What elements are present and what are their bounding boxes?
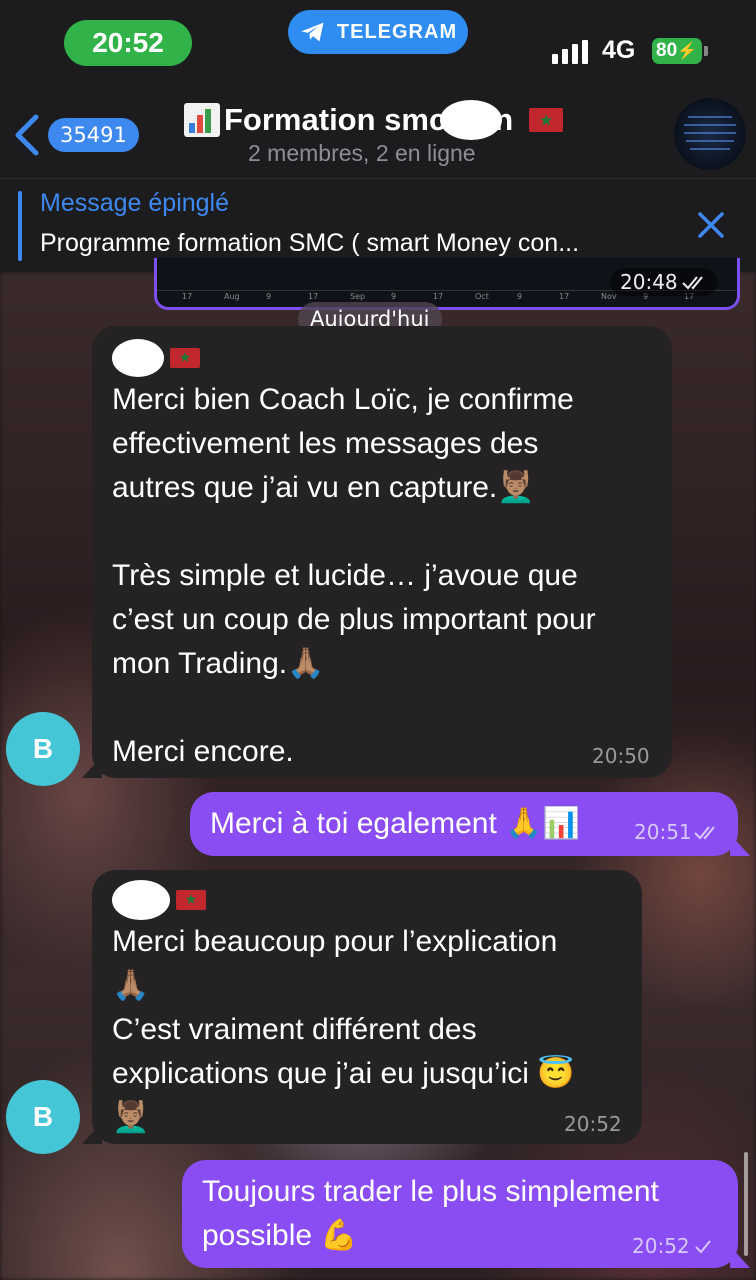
double-check-icon (693, 826, 715, 840)
telegram-pill-label: TELEGRAM (336, 20, 458, 43)
incoming-message[interactable]: Merci beaucoup pour l’explication 🙏🏽 C’e… (92, 870, 642, 1144)
message-text: Merci bien Coach Loïc, je confirme effec… (112, 383, 596, 768)
scroll-indicator[interactable] (744, 1152, 748, 1256)
image-axis-tick: Aug (224, 292, 240, 301)
sender-avatar[interactable]: B (6, 712, 80, 786)
image-axis-tick: 17 (433, 292, 444, 301)
message-time: 20:52 (564, 1112, 622, 1136)
message-time: 20:51 (634, 820, 720, 844)
image-axis-tick: Oct (475, 292, 489, 301)
status-time: 20:52 (64, 20, 192, 66)
pinned-text: Programme formation SMC ( smart Money co… (40, 229, 580, 257)
chat-title-text-end: n (494, 102, 514, 137)
chat-header: 35491 Formation smc n 2 membres, 2 en li… (0, 80, 756, 178)
redacted-sender-blob (112, 880, 170, 920)
redacted-sender-blob (112, 339, 164, 377)
image-axis-tick: 9 (266, 292, 272, 301)
status-bar: 20:52 TELEGRAM 4G 80 ⚡ (0, 0, 756, 80)
battery-level: 80 ⚡ (652, 38, 702, 64)
pinned-indicator (18, 191, 22, 261)
image-axis-tick: 17 (559, 292, 570, 301)
message-time-text: 20:52 (632, 1234, 690, 1258)
chat-subtitle: 2 membres, 2 en ligne (248, 140, 476, 166)
pinned-label: Message épinglé (40, 189, 230, 217)
network-type: 4G (602, 36, 636, 64)
battery-percent: 80 (656, 40, 678, 61)
image-axis-tick: 9 (391, 292, 397, 301)
image-axis-tick: Sep (350, 292, 366, 301)
chat-title[interactable]: Formation smc n (184, 100, 584, 140)
morocco-flag-icon (529, 108, 564, 132)
sender-avatar[interactable]: B (6, 1080, 80, 1154)
charging-icon: ⚡ (677, 43, 698, 60)
telegram-icon (301, 22, 324, 42)
bar-chart-icon (184, 103, 220, 137)
message-time: 20:52 (632, 1234, 718, 1258)
message-text: Merci beaucoup pour l’explication 🙏🏽 C’e… (112, 925, 575, 1134)
redacted-name-blob (440, 100, 503, 140)
unread-count-badge[interactable]: 35491 (48, 118, 139, 152)
image-axis-tick: 9 (517, 292, 523, 301)
chat-title-text-start: Formation smc (224, 102, 447, 137)
image-axis-tick: 17 (308, 292, 319, 301)
sender-name (112, 338, 652, 378)
close-icon[interactable] (696, 210, 726, 240)
group-avatar[interactable] (674, 98, 746, 170)
previous-time-text: 20:48 (620, 270, 678, 294)
message-time-text: 20:51 (634, 820, 692, 844)
outgoing-message[interactable]: Merci à toi egalement 🙏📊 20:51 (190, 792, 738, 856)
morocco-flag-icon (176, 890, 206, 910)
telegram-pill[interactable]: TELEGRAM (288, 10, 468, 54)
battery-nub (704, 46, 708, 56)
message-time: 20:50 (592, 744, 650, 768)
previous-message-time: 20:48 (610, 268, 718, 296)
sender-name (112, 880, 622, 920)
image-axis-tick: Nov (601, 292, 617, 301)
single-check-icon (694, 1240, 711, 1254)
image-axis-tick: 17 (182, 292, 193, 301)
signal-icon (552, 40, 588, 64)
incoming-message[interactable]: Merci bien Coach Loïc, je confirme effec… (92, 326, 672, 778)
back-chevron-icon[interactable] (14, 114, 40, 156)
morocco-flag-icon (170, 348, 200, 368)
outgoing-message[interactable]: Toujours trader le plus simplement possi… (182, 1160, 738, 1268)
double-check-icon (681, 276, 703, 290)
